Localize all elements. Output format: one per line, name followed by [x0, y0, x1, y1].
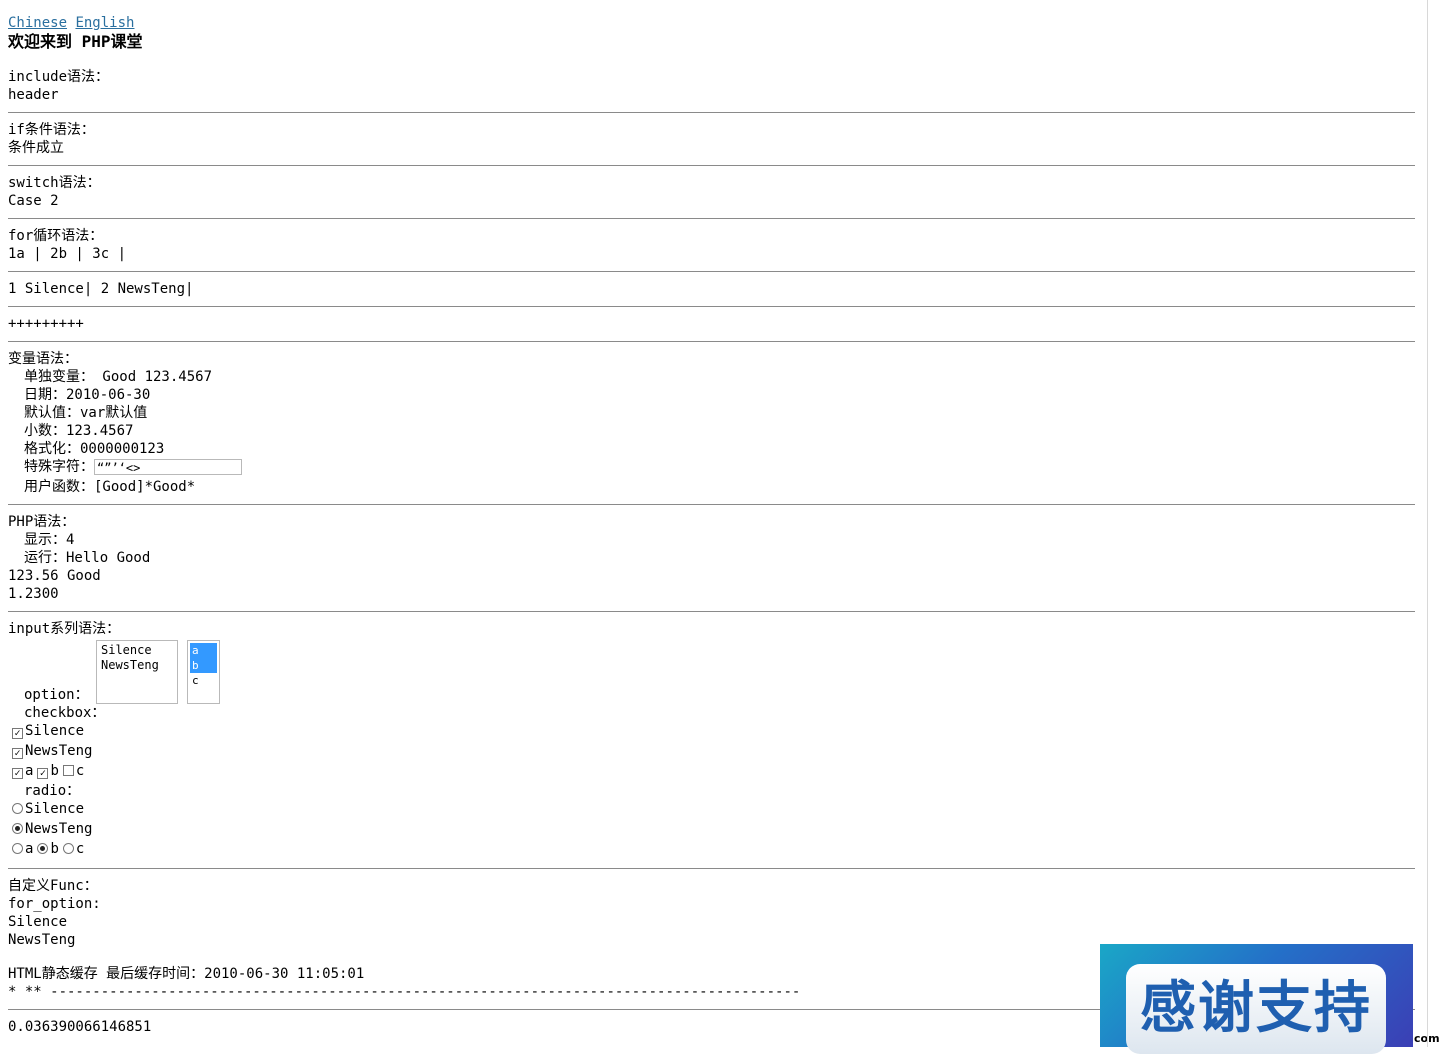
- listbox-option-selected[interactable]: a: [190, 643, 217, 658]
- var-userfunc: 用户函数：[Good]*Good*: [24, 479, 196, 495]
- radio-text: b: [50, 841, 59, 857]
- divider: [8, 112, 1415, 113]
- for-label: for循环语法：: [8, 228, 104, 244]
- radio-c[interactable]: [62, 843, 74, 854]
- func-label: 自定义Func：: [8, 878, 98, 894]
- var-default: 默认值：var默认值: [24, 405, 148, 421]
- radio-row: Silence: [8, 800, 1415, 820]
- divider: [8, 341, 1415, 342]
- divider: [8, 165, 1415, 166]
- switch-value: Case 2: [8, 193, 59, 209]
- page-title: 欢迎来到 PHP课堂: [8, 32, 143, 51]
- listbox-option[interactable]: c: [190, 673, 217, 688]
- option-row: option： Silence NewsTeng a b c: [8, 638, 1415, 704]
- lang-english-link[interactable]: English: [75, 15, 134, 31]
- php-label: PHP语法：: [8, 514, 76, 530]
- var-special-row: 特殊字符： “”’‘<>: [24, 458, 1415, 478]
- radio-text: c: [75, 841, 85, 857]
- divider: [8, 868, 1415, 869]
- input-label: input系列语法：: [8, 621, 121, 637]
- switch-label: switch语法：: [8, 175, 101, 191]
- checkbox-text: Silence: [25, 723, 85, 739]
- radio-text: Silence: [25, 801, 85, 817]
- lang-chinese-link[interactable]: Chinese: [8, 15, 67, 31]
- divider: [8, 611, 1415, 612]
- radio-newsteng[interactable]: [12, 823, 23, 834]
- if-value: 条件成立: [8, 140, 64, 156]
- checkbox-text: b: [50, 763, 59, 779]
- checkbox-label: checkbox：: [24, 705, 106, 721]
- divider: [8, 306, 1415, 307]
- support-banner[interactable]: 感谢支持: [1100, 944, 1413, 1054]
- php-run: 运行：Hello Good: [24, 550, 151, 566]
- support-banner-text: 感谢支持: [1126, 964, 1386, 1054]
- checkbox-text: NewsTeng: [25, 743, 93, 759]
- checkbox-row: ✓ a ✓ b c: [8, 762, 1415, 782]
- checkbox-text: a: [25, 763, 34, 779]
- var-decimal: 小数：123.4567: [24, 423, 134, 439]
- radio-silence[interactable]: [12, 803, 23, 814]
- var-single: 单独变量： Good 123.4567: [24, 369, 213, 385]
- include-label: include语法：: [8, 69, 110, 85]
- list-line: 1 Silence| 2 NewsTeng|: [8, 281, 194, 297]
- language-switcher: Chinese English: [8, 14, 1415, 32]
- checkbox-row: ✓ Silence: [8, 722, 1415, 742]
- include-value: header: [8, 87, 59, 103]
- radio-row: abc: [8, 840, 1415, 860]
- checkbox-a[interactable]: ✓: [12, 768, 23, 779]
- page-content: Chinese English 欢迎来到 PHP课堂 include语法： he…: [8, 14, 1415, 1036]
- for-value: 1a | 2b | 3c |: [8, 246, 127, 262]
- checkbox-silence[interactable]: ✓: [12, 728, 23, 739]
- radio-text: NewsTeng: [25, 821, 93, 837]
- func-for-option: for_option:: [8, 896, 101, 912]
- option-listbox-letters[interactable]: a b c: [187, 640, 220, 704]
- divider: [8, 504, 1415, 505]
- scrollbar-edge[interactable]: [1427, 0, 1428, 1047]
- divider: [8, 218, 1415, 219]
- php-line4: 1.2300: [8, 586, 59, 602]
- checkbox-c[interactable]: [62, 765, 74, 776]
- var-label: 变量语法：: [8, 351, 78, 367]
- checkbox-text: c: [75, 763, 85, 779]
- option-listbox-names[interactable]: Silence NewsTeng: [96, 640, 178, 704]
- plus-line: +++++++++: [8, 316, 84, 332]
- if-label: if条件语法：: [8, 122, 95, 138]
- radio-row: NewsTeng: [8, 820, 1415, 840]
- radio-label: radio：: [24, 783, 81, 799]
- option-label: option：: [24, 687, 89, 703]
- listbox-option[interactable]: NewsTeng: [101, 658, 173, 673]
- var-date: 日期：2010-06-30: [24, 387, 151, 403]
- checkbox-row: ✓ NewsTeng: [8, 742, 1415, 762]
- radio-a[interactable]: [12, 843, 23, 854]
- listbox-option[interactable]: Silence: [101, 643, 173, 658]
- checkbox-newsteng[interactable]: ✓: [12, 748, 23, 759]
- radio-b[interactable]: [37, 843, 49, 854]
- var-section: 单独变量： Good 123.4567 日期：2010-06-30 默认值：va…: [8, 368, 1415, 496]
- divider: [8, 271, 1415, 272]
- checkbox-b[interactable]: ✓: [37, 768, 49, 779]
- listbox-option-selected[interactable]: b: [190, 658, 217, 673]
- func-item: Silence: [8, 914, 68, 930]
- php-section: 显示：4 运行：Hello Good: [8, 531, 1415, 567]
- var-format: 格式化：0000000123: [24, 441, 165, 457]
- var-special-label: 特殊字符：: [24, 459, 94, 475]
- php-line3: 123.56 Good: [8, 568, 101, 584]
- special-chars-input[interactable]: “”’‘<>: [94, 459, 242, 475]
- php-show: 显示：4: [24, 532, 75, 548]
- radio-text: a: [25, 841, 34, 857]
